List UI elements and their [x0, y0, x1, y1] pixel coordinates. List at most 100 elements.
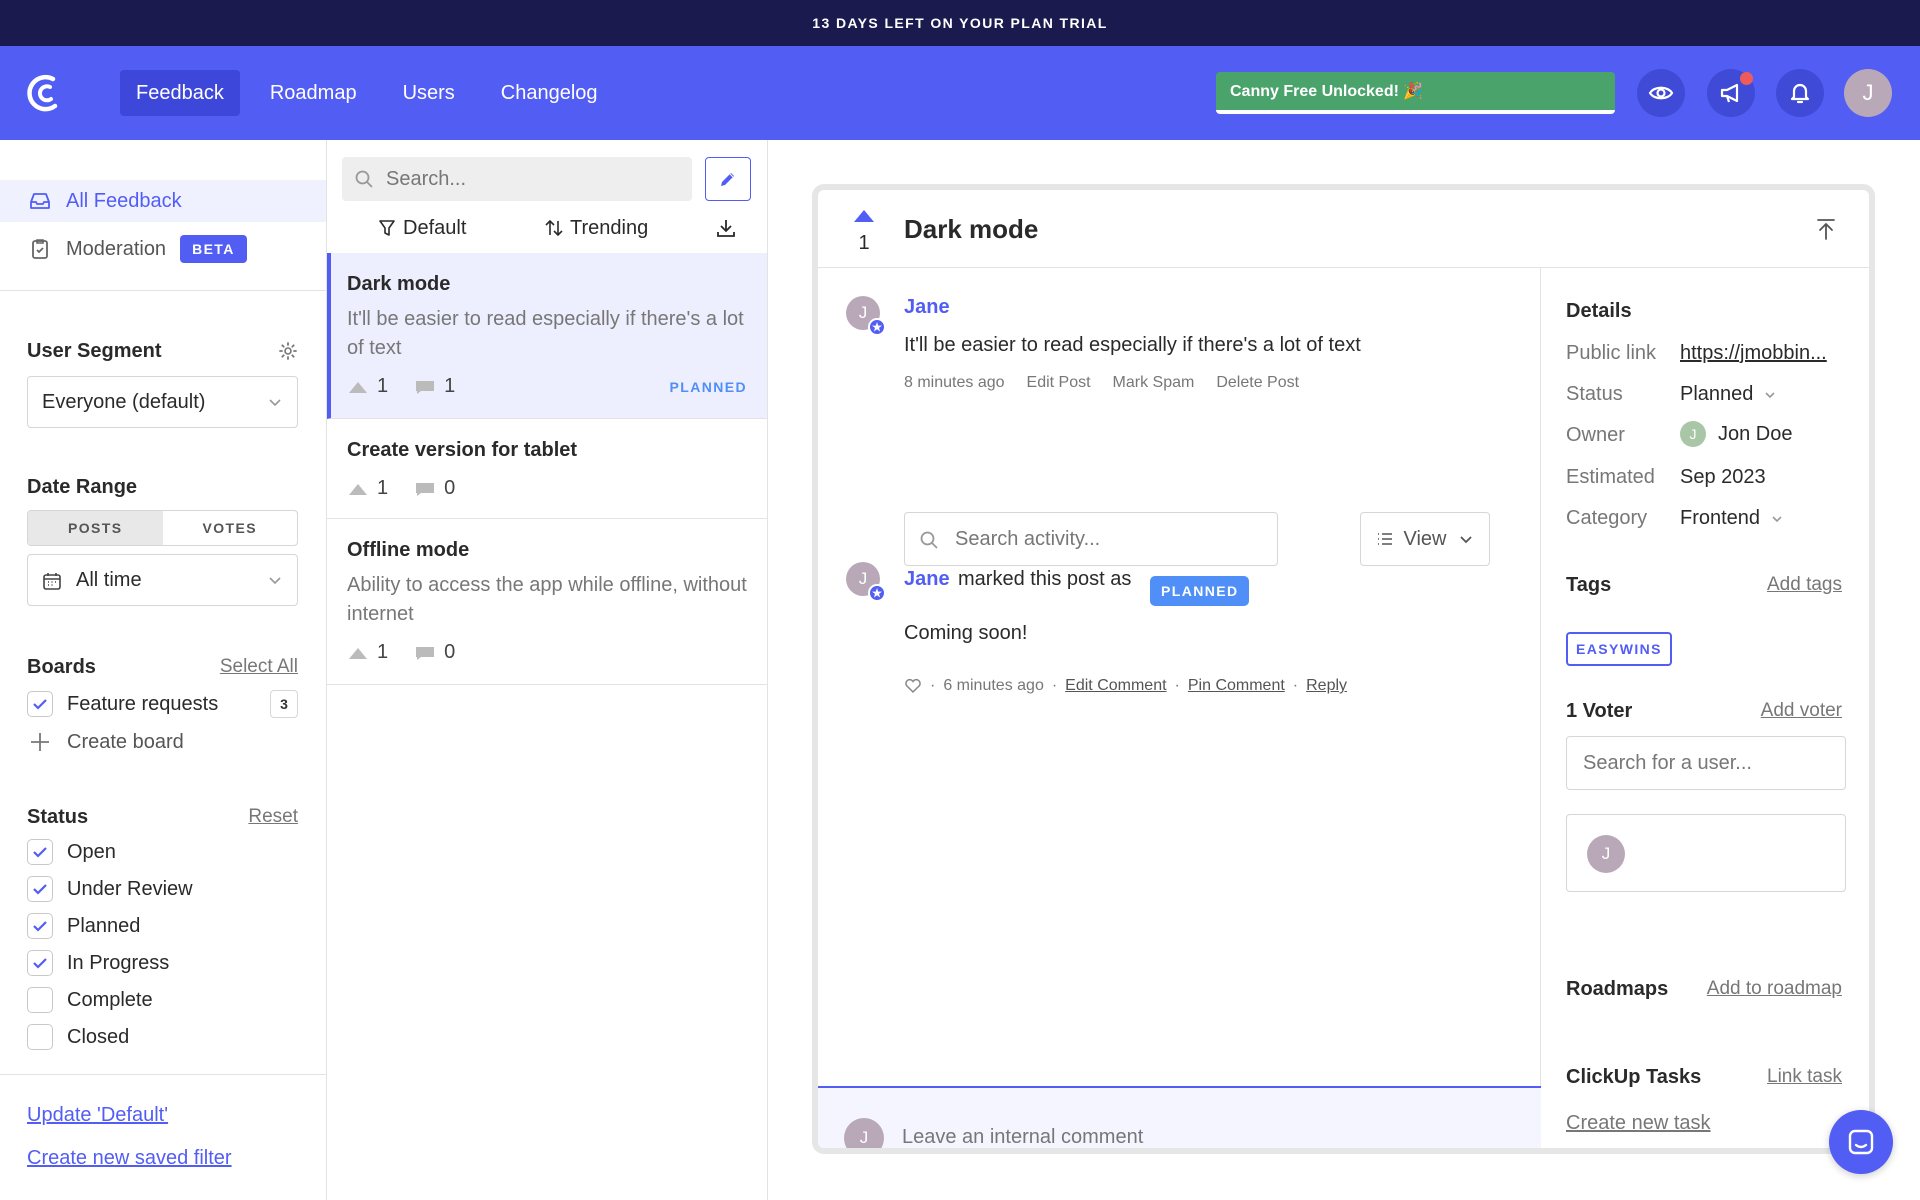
tab-posts[interactable]: POSTS [28, 511, 163, 545]
status-open[interactable]: Open [27, 838, 116, 866]
sidebar-divider [0, 1074, 326, 1075]
comment-count: 0 [444, 477, 456, 499]
status-under-review[interactable]: Under Review [27, 875, 193, 903]
voter-avatar[interactable]: J [1587, 835, 1625, 873]
view-dropdown-button[interactable]: View [1360, 512, 1490, 566]
post-title: Create version for tablet [347, 439, 578, 461]
user-segment-select[interactable]: Everyone (default) [27, 376, 298, 428]
status-dropdown[interactable]: Planned [1680, 383, 1777, 406]
status-in-progress[interactable]: In Progress [27, 949, 169, 977]
chat-support-button[interactable] [1829, 1110, 1893, 1174]
download-icon[interactable] [715, 217, 737, 239]
link-task-link[interactable]: Link task [1767, 1066, 1842, 1088]
post-stats: 1 1 [347, 375, 455, 398]
roadmaps-title: Roadmaps [1566, 978, 1669, 1000]
notifications-button[interactable] [1776, 69, 1824, 117]
sort-trending-button[interactable]: Trending [544, 215, 648, 241]
post-list-item[interactable]: Dark mode It'll be easier to read especi… [327, 253, 767, 419]
announcements-button[interactable] [1707, 69, 1755, 117]
pin-icon[interactable] [1813, 216, 1839, 242]
board-feature-requests[interactable]: Feature requests [27, 690, 218, 718]
category-dropdown[interactable]: Frontend [1680, 507, 1784, 530]
heart-icon[interactable] [904, 678, 922, 694]
calendar-icon [43, 573, 61, 590]
gear-icon[interactable] [278, 341, 298, 361]
add-to-roadmap-link[interactable]: Add to roadmap [1707, 978, 1842, 1000]
checkbox-unchecked[interactable] [27, 1024, 53, 1050]
date-range-select[interactable]: All time [27, 554, 298, 606]
status-closed[interactable]: Closed [27, 1023, 129, 1051]
status-reset-link[interactable]: Reset [248, 806, 298, 828]
nav-feedback[interactable]: Feedback [120, 70, 240, 116]
activity-author-avatar[interactable]: J [846, 562, 886, 602]
reply-link[interactable]: Reply [1306, 677, 1347, 695]
public-link-value[interactable]: https://jmobbin... [1680, 342, 1827, 365]
pin-comment-link[interactable]: Pin Comment [1188, 677, 1285, 695]
category-value: Frontend [1680, 507, 1761, 529]
separator-dot: · [1051, 677, 1058, 694]
chat-icon [1848, 1129, 1874, 1155]
create-new-task-link[interactable]: Create new task [1566, 1112, 1711, 1135]
checkbox-checked[interactable] [27, 913, 53, 939]
post-list-item[interactable]: Offline mode Ability to access the app w… [327, 519, 767, 685]
chevron-down-icon [1772, 515, 1782, 522]
voter-title: 1 Voter [1566, 700, 1633, 722]
activity-author-name[interactable]: Jane [904, 568, 950, 591]
user-avatar[interactable]: J [1844, 69, 1892, 117]
checkbox-unchecked[interactable] [27, 987, 53, 1013]
checkbox-checked[interactable] [27, 876, 53, 902]
author-initial: J [858, 303, 868, 322]
checkbox-checked[interactable] [27, 839, 53, 865]
checkbox-checked[interactable] [27, 691, 53, 717]
estimated-value[interactable]: Sep 2023 [1680, 466, 1766, 489]
date-range-value: All time [76, 568, 142, 591]
add-voter-link[interactable]: Add voter [1761, 700, 1842, 722]
create-saved-filter-link[interactable]: Create new saved filter [27, 1147, 232, 1170]
date-range-title: Date Range [27, 476, 138, 498]
update-default-filter-link[interactable]: Update 'Default' [27, 1104, 168, 1127]
delete-post-link[interactable]: Delete Post [1216, 374, 1299, 392]
upvote-arrow-icon[interactable] [854, 210, 874, 222]
sidebar-all-feedback[interactable]: All Feedback [0, 180, 326, 222]
tag-pill[interactable]: EASYWINS [1566, 632, 1672, 666]
create-post-button[interactable] [705, 157, 751, 201]
activity-search-placeholder: Search activity... [955, 527, 1101, 550]
owner-selector[interactable]: J Jon Doe [1680, 421, 1793, 447]
tab-votes[interactable]: VOTES [163, 511, 298, 545]
add-tags-link[interactable]: Add tags [1767, 574, 1842, 596]
checkbox-checked[interactable] [27, 950, 53, 976]
status-planned[interactable]: Planned [27, 912, 140, 940]
select-all-boards-link[interactable]: Select All [220, 656, 298, 678]
activity-search-input[interactable]: Search activity... [904, 512, 1278, 566]
check-icon [33, 958, 47, 969]
author-avatar[interactable]: J [846, 296, 886, 336]
create-board-link[interactable]: Create board [27, 728, 184, 756]
post-list-item[interactable]: Create version for tablet 1 0 [327, 419, 767, 519]
mark-spam-link[interactable]: Mark Spam [1113, 374, 1195, 392]
sidebar-moderation[interactable]: Moderation BETA [0, 228, 326, 270]
filter-default-button[interactable]: Default [377, 215, 466, 241]
filter-default-label: Default [403, 216, 467, 239]
edit-comment-link[interactable]: Edit Comment [1065, 677, 1166, 695]
canny-free-unlocked-button[interactable]: Canny Free Unlocked! 🎉 [1216, 72, 1615, 114]
edit-post-link[interactable]: Edit Post [1027, 374, 1091, 392]
status-complete[interactable]: Complete [27, 986, 153, 1014]
post-search-input[interactable]: Search... [342, 157, 692, 201]
canny-logo-icon[interactable] [24, 70, 70, 116]
comment-icon [416, 482, 435, 496]
create-board-label: Create board [67, 730, 184, 753]
inbox-icon [30, 193, 50, 209]
nav-changelog[interactable]: Changelog [485, 70, 614, 116]
admin-star-icon [868, 318, 886, 336]
notification-dot [1740, 72, 1753, 85]
internal-comment-composer[interactable]: J Leave an internal comment [818, 1086, 1541, 1148]
eye-icon [1648, 86, 1674, 100]
nav-users[interactable]: Users [387, 70, 471, 116]
author-name[interactable]: Jane [904, 296, 950, 319]
view-label: View [1403, 527, 1447, 550]
preview-button[interactable] [1637, 69, 1685, 117]
nav-roadmap[interactable]: Roadmap [254, 70, 373, 116]
post-title: Dark mode [347, 273, 451, 295]
voter-search-input[interactable]: Search for a user... [1566, 736, 1846, 790]
clickup-tasks-title: ClickUp Tasks [1566, 1066, 1702, 1088]
